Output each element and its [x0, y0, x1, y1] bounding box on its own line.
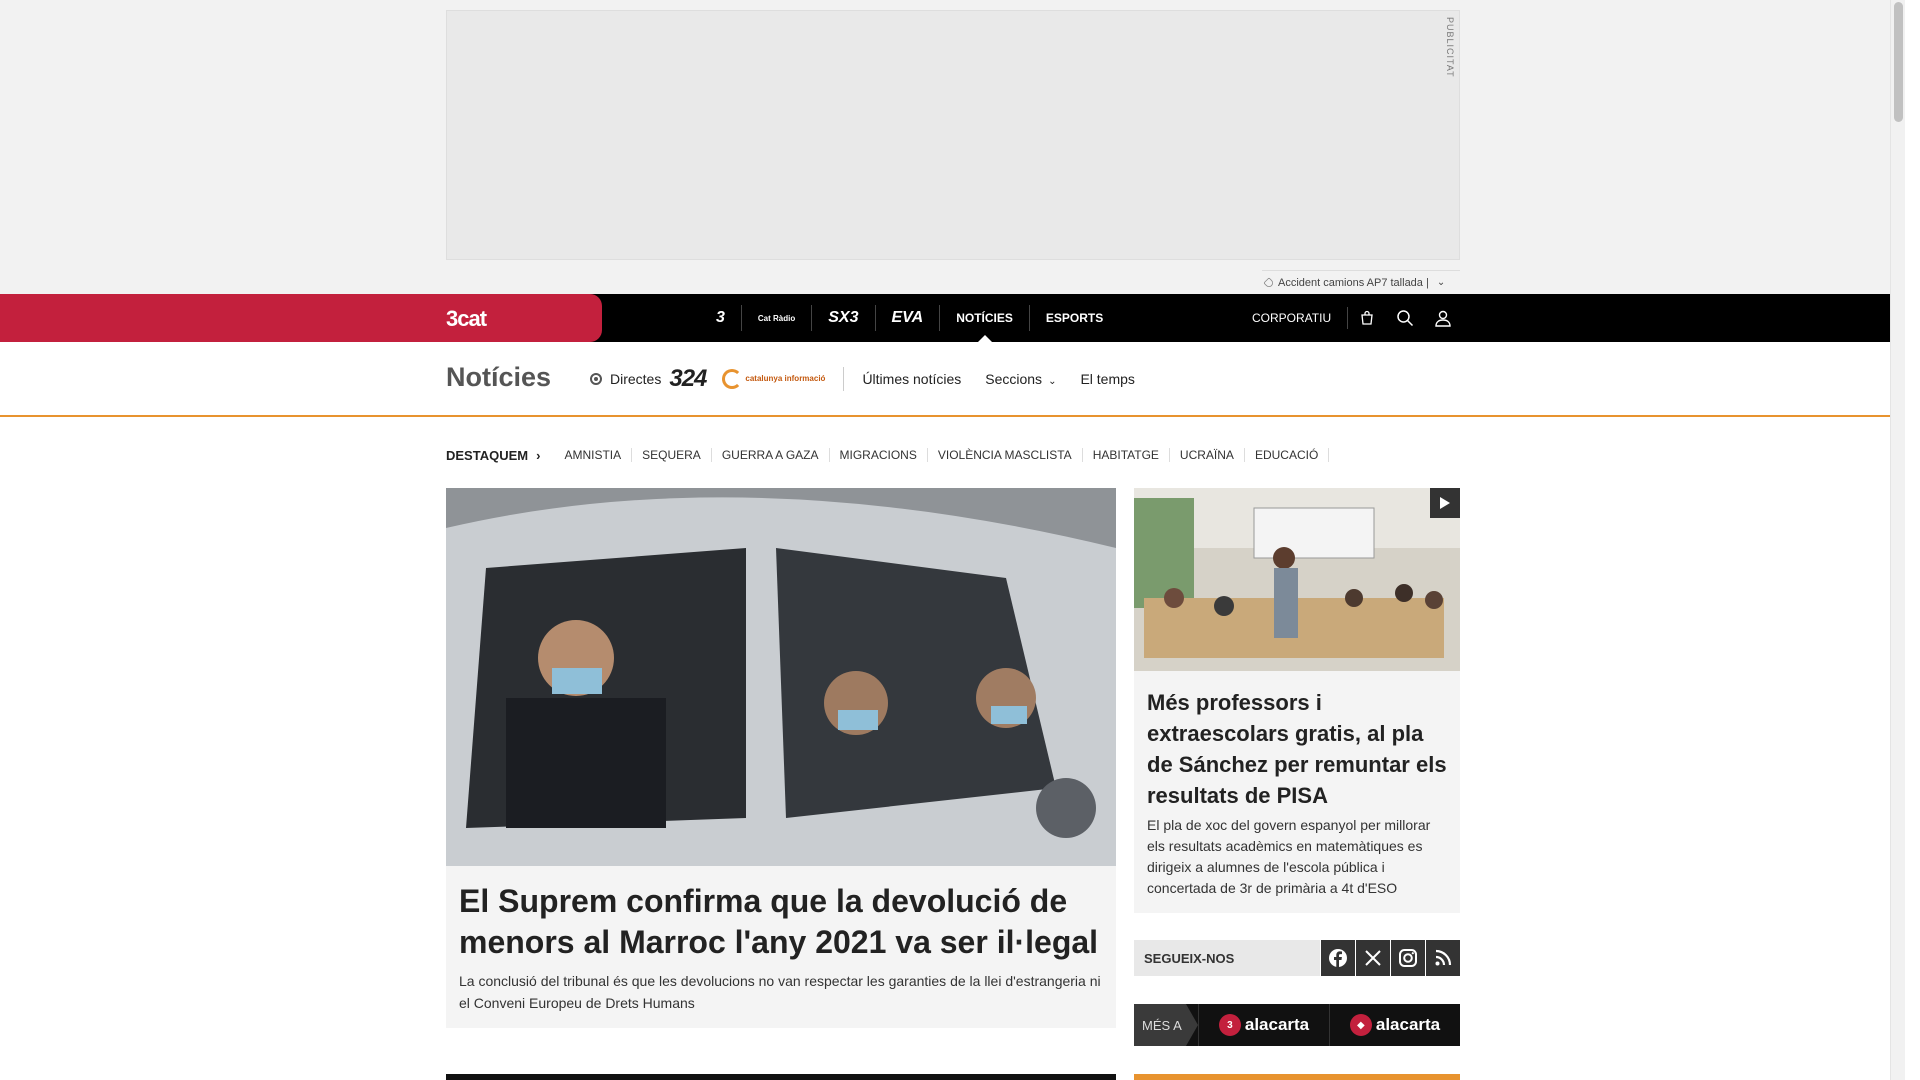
play-icon[interactable]: [1430, 488, 1460, 518]
divider: [843, 367, 845, 391]
ci-circle-icon: [722, 369, 743, 389]
3cat-logo[interactable]: 3cat: [446, 306, 487, 332]
next-article-strip: [446, 1074, 1116, 1080]
channel-eva[interactable]: EVA: [876, 305, 941, 331]
chevron-down-icon: ⌄: [1048, 376, 1057, 387]
tag-item[interactable]: HABITATGE: [1083, 448, 1170, 462]
ad-banner[interactable]: PUBLICITAT: [446, 10, 1460, 260]
tag-item[interactable]: GUERRA A GAZA: [712, 448, 830, 462]
alacarta-label: alacarta: [1375, 1015, 1441, 1034]
chevron-down-icon[interactable]: ⌄: [1437, 277, 1445, 288]
more-at-label: MÉS A: [1134, 1004, 1198, 1046]
ci-logo-text: catalunya informació: [745, 374, 826, 383]
brand-background: [0, 294, 602, 342]
follow-label: SEGUEIX-NOS: [1134, 940, 1320, 976]
tag-item[interactable]: VIOLÈNCIA MASCLISTA: [928, 448, 1083, 462]
channel-sx3[interactable]: SX3: [812, 305, 876, 331]
channel-nav: 3 Cat Ràdio SX3 EVA NOTÍCIES ESPORTS: [700, 294, 1119, 342]
section-nav: Directes 324 catalunya informació Últime…: [590, 342, 1159, 416]
channel-catradio[interactable]: Cat Ràdio: [742, 305, 813, 331]
live-link[interactable]: Directes: [590, 371, 661, 387]
side-article-image[interactable]: [1134, 488, 1460, 671]
324-logo[interactable]: 324: [669, 365, 707, 393]
tags-lead[interactable]: DESTAQUEM ›: [446, 448, 540, 463]
breaking-ticker[interactable]: Accident camions AP7 tallada | ⌄: [1262, 270, 1460, 294]
next-module-strip: [1134, 1074, 1460, 1080]
top-right-tools: CORPORATIU: [1240, 294, 1462, 342]
section-title[interactable]: Notícies: [446, 362, 551, 393]
link-seccions[interactable]: Seccions ⌄: [985, 371, 1056, 387]
user-icon[interactable]: [1424, 294, 1462, 342]
scrollbar[interactable]: [1890, 0, 1905, 1080]
live-label: Directes: [610, 371, 662, 387]
side-article[interactable]: Més professors i extraescolars gratis, a…: [1134, 488, 1460, 913]
ad-label: PUBLICITAT: [1445, 17, 1455, 78]
tag-item[interactable]: MIGRACIONS: [830, 448, 928, 462]
main-article-title[interactable]: El Suprem confirma que la devolució de m…: [459, 881, 1109, 963]
ticker-text: Accident camions AP7 tallada |: [1278, 276, 1429, 289]
link-ultimes-noticies[interactable]: Últimes notícies: [862, 371, 961, 387]
more-at-bar: MÉS A 3 alacarta ◆ alacarta: [1134, 1004, 1460, 1046]
catalunya-informacio-logo[interactable]: catalunya informació: [722, 369, 825, 389]
main-article-description: La conclusió del tribunal és que les dev…: [459, 973, 1101, 1011]
top-bar: 3cat 3 Cat Ràdio SX3 EVA NOTÍCIES ESPORT…: [0, 294, 1905, 342]
side-article-description: El pla de xoc del govern espanyol per mi…: [1147, 817, 1431, 896]
ad-zone: PUBLICITAT Accident camions AP7 tallada …: [0, 0, 1905, 294]
alacarta-label: alacarta: [1244, 1015, 1310, 1034]
tags-lead-label: DESTAQUEM: [446, 447, 529, 463]
channel-3[interactable]: 3: [700, 305, 742, 331]
tag-item[interactable]: UCRAÏNA: [1170, 448, 1245, 462]
corporate-link[interactable]: CORPORATIU: [1240, 307, 1349, 329]
nav-esports[interactable]: ESPORTS: [1028, 305, 1119, 331]
live-icon: [590, 373, 602, 385]
scrollbar-thumb[interactable]: [1894, 2, 1903, 122]
instagram-icon[interactable]: [1391, 940, 1425, 976]
3-badge-icon: 3: [1218, 1014, 1241, 1036]
rss-icon[interactable]: [1426, 940, 1460, 976]
alacarta-3-link[interactable]: 3 alacarta: [1198, 1004, 1329, 1046]
featured-tags: DESTAQUEM › AMNISTIA SEQUERA GUERRA A GAZ…: [446, 444, 1330, 466]
tag-item[interactable]: AMNISTIA: [554, 448, 633, 462]
alacarta-catradio-link[interactable]: ◆ alacarta: [1329, 1004, 1460, 1046]
main-article-image[interactable]: [446, 488, 1116, 866]
facebook-icon[interactable]: [1321, 940, 1355, 976]
shopping-bag-icon[interactable]: [1348, 294, 1386, 342]
nav-noticies[interactable]: NOTÍCIES: [940, 305, 1029, 342]
main-article[interactable]: El Suprem confirma que la devolució de m…: [446, 488, 1116, 1028]
x-icon[interactable]: [1356, 940, 1390, 976]
link-el-temps[interactable]: El temps: [1080, 371, 1134, 387]
side-article-title[interactable]: Més professors i extraescolars gratis, a…: [1147, 687, 1447, 811]
search-icon[interactable]: [1386, 294, 1424, 342]
catradio-badge-icon: ◆: [1349, 1014, 1372, 1036]
tag-icon: [1263, 276, 1275, 289]
tag-item[interactable]: EDUCACIÓ: [1245, 448, 1330, 462]
chevron-right-icon: ›: [536, 447, 541, 463]
tag-item[interactable]: SEQUERA: [632, 448, 712, 462]
seccions-label: Seccions: [985, 371, 1043, 387]
section-header: Notícies Directes 324 catalunya informac…: [0, 342, 1905, 417]
follow-us: SEGUEIX-NOS: [1134, 940, 1460, 976]
